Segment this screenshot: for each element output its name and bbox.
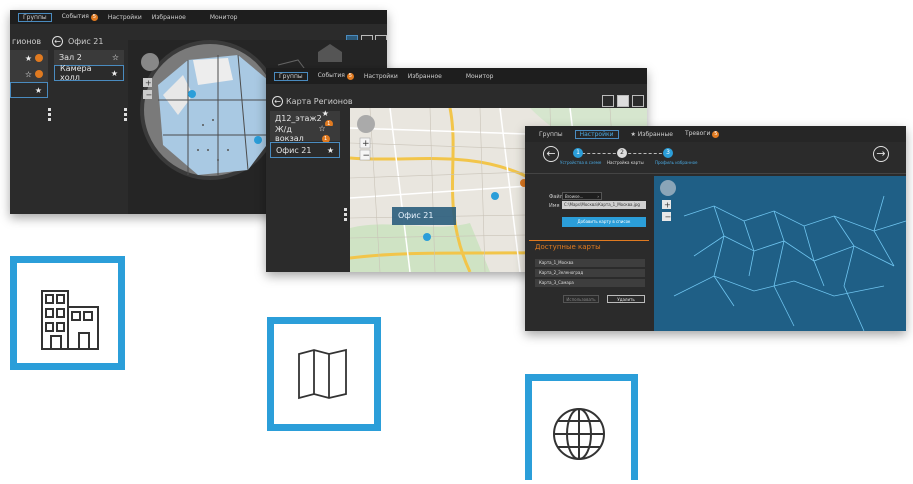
back-arrow-button[interactable]: ← (272, 96, 283, 107)
wizard-steps: 1 2 3 Устройства в схеме Настройка карты… (560, 148, 715, 168)
wizard-step-1-label: Устройства в схеме (560, 160, 602, 165)
map-list-item[interactable]: Карта_1_Москва (535, 259, 645, 267)
star-icon[interactable]: ★ (111, 69, 118, 78)
left-list-item-3[interactable]: ★ (10, 82, 48, 98)
star-icon[interactable]: ★ (25, 54, 32, 63)
map-marker-label: Офис 21 (398, 211, 434, 220)
camera-pin-icon (188, 90, 196, 98)
add-map-button[interactable]: Добавить карту в список (562, 217, 646, 227)
tab-groups[interactable]: Группы (18, 12, 52, 22)
delete-map-button[interactable]: Удалить (607, 295, 645, 303)
map-list-item-office21[interactable]: Офис 21 ★ (270, 142, 340, 158)
panel-resize-handle[interactable] (124, 108, 127, 123)
map-view-icon[interactable] (602, 95, 614, 107)
star-icon[interactable]: ★ (322, 109, 329, 118)
tab-alarms[interactable]: Тревоги 5 (685, 130, 720, 138)
location-pin-icon (491, 192, 499, 200)
map-settings-window: Группы Настройки ★ Избранные Тревоги 5 ←… (525, 126, 906, 331)
page-title: Карта Регионов (286, 97, 353, 106)
camera-pin-icon (254, 136, 262, 144)
back-arrow-button[interactable]: ← (543, 146, 559, 162)
alarms-badge: 5 (712, 131, 720, 138)
wizard-step-1[interactable]: 1 (573, 148, 583, 158)
map-preview[interactable]: + − (654, 176, 906, 331)
left-list-item-2[interactable]: ☆ (10, 66, 48, 82)
back-arrow-button[interactable]: ← (52, 36, 63, 47)
wizard-step-2[interactable]: 2 (617, 148, 627, 158)
buildings-feature-tile (10, 256, 125, 370)
browse-button[interactable]: Browse... › (562, 192, 602, 200)
tab-events[interactable]: События 5 (62, 13, 98, 21)
top-tabs: Группы События 5 Настройки Избранное Мон… (10, 10, 387, 24)
tab-settings[interactable]: Настройки (364, 73, 398, 80)
svg-text:+: + (145, 79, 152, 88)
camera-item-hall-camera[interactable]: Камера холл ★ (54, 64, 124, 82)
wizard-step-2-label: Настройка карты (607, 160, 644, 165)
events-badge: 5 (90, 14, 98, 21)
tab-groups[interactable]: Группы (539, 131, 563, 138)
pan-control-icon (357, 115, 375, 133)
star-outline-icon[interactable]: ☆ (25, 70, 32, 79)
left-panel-partial-label: гионов (12, 37, 42, 46)
globe-feature-tile (525, 374, 638, 480)
star-icon[interactable]: ★ (35, 86, 42, 95)
tab-events[interactable]: События 5 (318, 72, 354, 80)
svg-text:+: + (664, 201, 671, 210)
svg-text:−: − (665, 213, 672, 222)
tab-monitor[interactable]: Монитор (466, 73, 494, 80)
panel-resize-handle[interactable] (48, 108, 51, 123)
tab-groups[interactable]: Группы (274, 71, 308, 81)
tab-monitor[interactable]: Монитор (210, 14, 238, 21)
alert-badge (35, 54, 43, 62)
location-pin-icon (423, 233, 431, 241)
map-feature-tile (267, 317, 381, 431)
map-list-item[interactable]: Карта_2_Зеленоград (535, 269, 645, 277)
pan-control-icon (141, 53, 159, 71)
camera-item-hall2[interactable]: Зал 2 ☆ (54, 50, 124, 65)
top-tabs: Группы Настройки ★ Избранные Тревоги 5 (525, 126, 906, 142)
use-map-button[interactable]: Использовать (563, 295, 599, 303)
star-outline-icon[interactable]: ☆ (319, 124, 326, 133)
flag-icon[interactable] (617, 95, 629, 107)
page-title: Офис 21 (68, 37, 104, 46)
wizard-step-3[interactable]: 3 (663, 148, 673, 158)
tab-settings[interactable]: Настройки (574, 129, 619, 139)
pin-icon[interactable] (632, 95, 644, 107)
map-name-field[interactable]: C:\Maps\Москва\Карта_1_Москва.jpg (562, 201, 646, 209)
star-outline-icon[interactable]: ☆ (112, 53, 119, 62)
events-badge: 5 (346, 73, 354, 80)
settings-divider (525, 173, 906, 174)
wizard-step-3-label: Профиль избранное (655, 160, 698, 165)
name-label: Имя (549, 203, 560, 209)
tab-favorites[interactable]: Избранное (152, 14, 186, 21)
available-maps-title: Доступные карты (535, 243, 601, 251)
globe-icon (553, 408, 605, 460)
file-label: Файл (549, 194, 563, 200)
star-icon[interactable]: ★ (327, 146, 334, 155)
svg-text:−: − (146, 91, 153, 100)
map-list-item[interactable]: Карта_3_Самара (535, 279, 645, 287)
top-tabs: Группы События 5 Настройки Избранное Мон… (266, 68, 647, 84)
available-maps-divider (529, 240, 649, 241)
panel-resize-handle[interactable] (344, 208, 347, 223)
forward-arrow-button[interactable]: → (873, 146, 889, 162)
svg-text:−: − (363, 151, 371, 161)
left-list-item-1[interactable]: ★ (10, 50, 48, 66)
pan-control-icon (660, 180, 676, 196)
buildings-icon (41, 290, 99, 350)
alert-badge (35, 70, 43, 78)
tab-settings[interactable]: Настройки (108, 14, 142, 21)
tab-favorites[interactable]: Избранное (408, 73, 442, 80)
map-list-item-station[interactable]: Ж/д вокзал ☆1 (270, 124, 340, 143)
tab-favorites[interactable]: ★ Избранные (631, 131, 673, 138)
folded-map-icon (298, 348, 347, 400)
svg-text:+: + (362, 139, 370, 149)
